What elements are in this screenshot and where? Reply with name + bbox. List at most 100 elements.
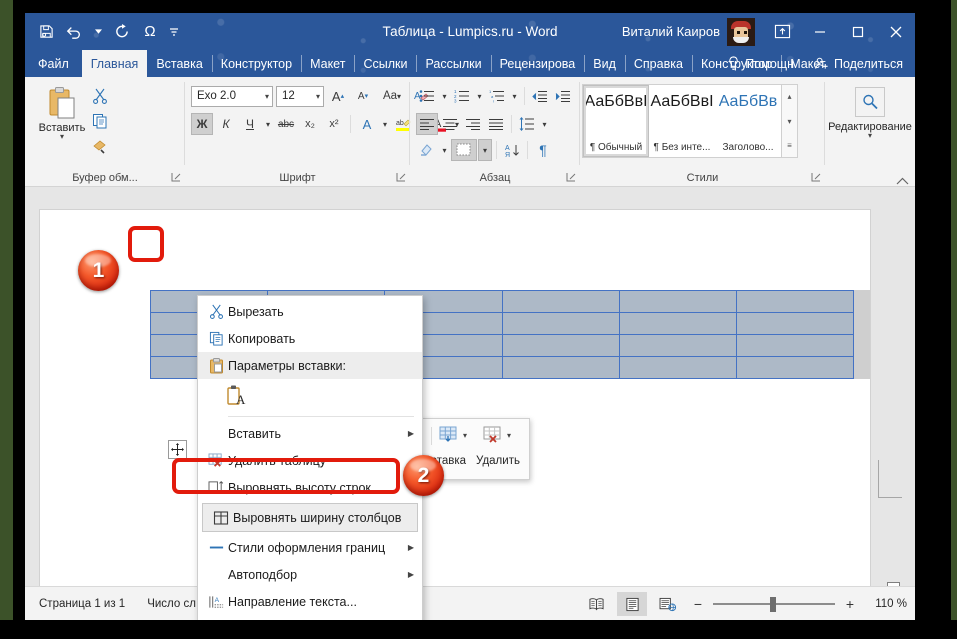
styles-scroll-down-icon[interactable]: ▾ <box>782 110 797 133</box>
menu-item-cut[interactable]: Вырезать <box>198 298 422 325</box>
underline-button[interactable]: Ч <box>239 113 261 135</box>
grow-font-icon[interactable]: A▴ <box>327 85 349 107</box>
style-item-normal[interactable]: АаБбВвI ¶ Обычный <box>583 85 649 157</box>
menu-item-insert-caption[interactable]: Вставить название... <box>198 615 422 620</box>
multilevel-list-icon[interactable]: 1ai <box>486 85 508 107</box>
table-cell[interactable] <box>502 335 619 357</box>
change-case-icon[interactable]: Aa▾ <box>377 85 407 107</box>
table-cell[interactable] <box>502 291 619 313</box>
table-cell[interactable] <box>502 357 619 379</box>
tell-me-button[interactable]: Помощн <box>719 52 802 75</box>
bullets-icon[interactable] <box>416 85 438 107</box>
table-cell[interactable] <box>736 357 853 379</box>
omega-icon[interactable]: Ω <box>137 19 163 45</box>
delete-table-icon[interactable] <box>481 425 505 447</box>
paste-text-only-icon[interactable]: A <box>226 384 248 408</box>
tab-home[interactable]: Главная <box>82 50 148 77</box>
numbering-caret[interactable]: ▾ <box>474 85 485 107</box>
subscript-button[interactable]: x₂ <box>299 113 321 135</box>
borders-caret[interactable]: ▾ <box>478 139 492 161</box>
menu-item-text-direction[interactable]: A Направление текста... <box>198 588 422 615</box>
table-cell[interactable] <box>619 335 736 357</box>
tab-view[interactable]: Вид <box>584 50 625 77</box>
ribbon-display-options-icon[interactable] <box>763 13 801 50</box>
table-cell[interactable] <box>619 357 736 379</box>
styles-more-icon[interactable]: ≡ <box>782 134 797 157</box>
tab-file[interactable]: Файл <box>25 50 82 77</box>
zoom-level-label[interactable]: 110 % <box>865 598 907 610</box>
menu-item-distribute-columns[interactable]: Выровнять ширину столбцов <box>202 503 418 532</box>
align-right-icon[interactable] <box>462 113 484 135</box>
style-item-heading[interactable]: АаБбВв Заголово... <box>715 85 781 157</box>
paste-dropdown-caret[interactable]: ▾ <box>60 134 64 140</box>
redo-icon[interactable] <box>109 19 135 45</box>
insert-table-caret[interactable]: ▾ <box>463 431 467 440</box>
collapse-ribbon-icon[interactable] <box>896 177 909 185</box>
show-formatting-marks-icon[interactable]: ¶ <box>532 139 554 161</box>
menu-item-insert[interactable]: Вставить ▶ <box>198 420 422 447</box>
style-item-no-spacing[interactable]: АаБбВвI ¶ Без инте... <box>649 85 715 157</box>
numbering-icon[interactable]: 123 <box>451 85 473 107</box>
font-name-caret[interactable]: ▾ <box>262 92 269 101</box>
maximize-button[interactable] <box>839 13 877 50</box>
close-button[interactable] <box>877 13 915 50</box>
align-left-icon[interactable] <box>416 113 438 135</box>
insert-table-icon[interactable] <box>437 425 461 447</box>
paste-button[interactable]: Вставить ▾ <box>35 83 89 157</box>
copy-icon[interactable] <box>89 110 111 132</box>
sort-icon[interactable]: AЯ <box>501 139 523 161</box>
minimize-button[interactable] <box>801 13 839 50</box>
styles-dialog-launcher[interactable] <box>811 172 822 183</box>
table-cell[interactable] <box>736 313 853 335</box>
word-count[interactable]: Число сл <box>147 598 196 610</box>
table-cell[interactable] <box>619 291 736 313</box>
styles-scroll-up-icon[interactable]: ▴ <box>782 85 797 108</box>
menu-item-autofit[interactable]: Автоподбор ▶ <box>198 561 422 588</box>
tab-design[interactable]: Конструктор <box>212 50 301 77</box>
clipboard-dialog-launcher[interactable] <box>171 172 182 183</box>
table-cell[interactable] <box>736 335 853 357</box>
menu-item-copy[interactable]: Копировать <box>198 325 422 352</box>
mini-delete-label[interactable]: Удалить <box>472 455 524 467</box>
styles-gallery-scroll[interactable]: ▴ ▾ ≡ <box>781 85 797 157</box>
table-move-handle[interactable] <box>168 440 187 459</box>
tab-layout[interactable]: Макет <box>301 50 354 77</box>
tab-help[interactable]: Справка <box>625 50 692 77</box>
share-button[interactable]: Поделиться <box>806 52 911 75</box>
italic-button[interactable]: К <box>215 113 237 135</box>
format-painter-icon[interactable] <box>89 135 111 157</box>
save-icon[interactable] <box>33 19 59 45</box>
paragraph-dialog-launcher[interactable] <box>566 172 577 183</box>
font-name-combo[interactable]: Exo 2.0 ▾ <box>191 86 273 107</box>
justify-icon[interactable] <box>485 113 507 135</box>
shrink-font-icon[interactable]: A▾ <box>352 85 374 107</box>
table-cell[interactable] <box>736 291 853 313</box>
shading-icon[interactable] <box>416 139 438 161</box>
font-dialog-launcher[interactable] <box>396 172 407 183</box>
strikethrough-button[interactable]: abc <box>275 113 297 135</box>
table-cell[interactable] <box>619 313 736 335</box>
zoom-slider-thumb[interactable] <box>770 597 776 612</box>
print-layout-icon[interactable] <box>617 592 647 616</box>
undo-dropdown-caret[interactable] <box>89 19 107 45</box>
increase-indent-icon[interactable] <box>552 85 574 107</box>
bold-button[interactable]: Ж <box>191 113 213 135</box>
tab-mailings[interactable]: Рассылки <box>416 50 490 77</box>
tab-review[interactable]: Рецензирова <box>491 50 585 77</box>
web-layout-icon[interactable] <box>653 592 683 616</box>
tab-insert[interactable]: Вставка <box>147 50 211 77</box>
multilevel-list-caret[interactable]: ▾ <box>509 85 520 107</box>
table-cell[interactable] <box>502 313 619 335</box>
underline-caret[interactable]: ▾ <box>263 113 273 135</box>
menu-item-border-styles[interactable]: Стили оформления границ ▶ <box>198 534 422 561</box>
customize-qat-icon[interactable] <box>165 19 183 45</box>
find-icon[interactable] <box>855 87 885 117</box>
font-size-caret[interactable]: ▾ <box>313 92 320 101</box>
tab-references[interactable]: Ссылки <box>354 50 416 77</box>
document-page[interactable]: Exo 2.0 ▾ 12 ▾ A▴ A▾ <box>40 210 870 586</box>
zoom-in-button[interactable]: + <box>841 596 859 612</box>
line-spacing-caret[interactable]: ▾ <box>539 113 550 135</box>
bullets-caret[interactable]: ▾ <box>439 85 450 107</box>
text-effects-caret[interactable]: ▾ <box>380 113 390 135</box>
align-center-icon[interactable] <box>439 113 461 135</box>
